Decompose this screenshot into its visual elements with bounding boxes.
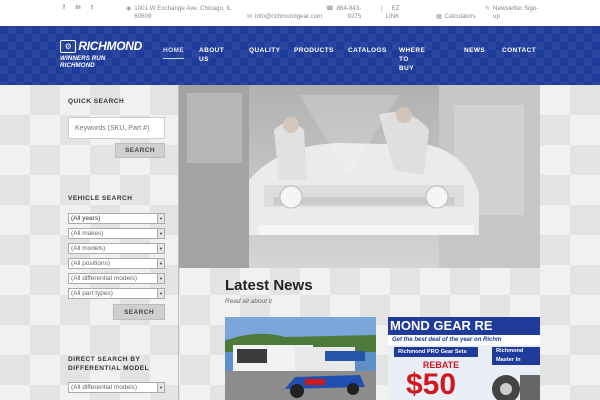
phone-line2[interactable]: 9275 xyxy=(348,13,362,20)
rebate-amount: $50 xyxy=(406,368,457,400)
logo-gear-icon: ⚙ xyxy=(60,39,77,53)
address-line2: 60609 xyxy=(134,13,152,20)
news-card-rebate[interactable]: MOND GEAR RE Get the best deal of the ye… xyxy=(388,317,540,400)
rebate-banner: MOND GEAR RE xyxy=(388,317,540,335)
chevron-down-icon[interactable]: ▼ xyxy=(157,244,164,253)
twitter-icon[interactable]: t xyxy=(89,5,95,11)
chevron-down-icon[interactable]: ▼ xyxy=(157,383,164,392)
gear-parts-icon xyxy=(492,375,540,400)
ez-link-line1[interactable]: EZ xyxy=(392,5,400,12)
nav-contact[interactable]: CONTACT xyxy=(502,46,536,55)
facebook-icon[interactable]: f xyxy=(61,5,67,11)
calculators-text[interactable]: Calculators xyxy=(445,13,476,21)
nav-home[interactable]: HOME xyxy=(163,46,185,59)
quick-search-input[interactable] xyxy=(68,117,165,139)
location-pin-icon: ◉ xyxy=(126,6,132,12)
rebate-tagline: Get the best deal of the year on Richm xyxy=(388,335,540,345)
sidebar: QUICK SEARCH SEARCH VEHICLE SEARCH (All … xyxy=(55,85,179,400)
select-year[interactable]: (All years) ▼ xyxy=(68,213,165,224)
news-card-dragster[interactable] xyxy=(225,317,376,400)
nav-products[interactable]: PRODUCTS xyxy=(294,46,334,55)
ez-link[interactable]: | EZ LINK xyxy=(381,5,411,21)
hero-garage-photo xyxy=(179,85,540,268)
logo[interactable]: ⚙ RICHMOND WINNERS RUN RICHMOND xyxy=(60,39,142,69)
rebate-master: Richmond Master In xyxy=(492,347,540,365)
vehicle-search-button[interactable]: SEARCH xyxy=(113,304,165,320)
select-position[interactable]: (All positions) ▼ xyxy=(68,258,165,269)
select-differential-model[interactable]: (All differential models) ▼ xyxy=(68,273,165,284)
chevron-down-icon[interactable]: ▼ xyxy=(157,274,164,283)
quick-search-button[interactable]: SEARCH xyxy=(115,143,165,158)
chevron-down-icon[interactable]: ▼ xyxy=(157,289,164,298)
latest-news-title: Latest News xyxy=(225,277,313,294)
envelope-icon: ✉ xyxy=(247,14,253,20)
site-header: ⚙ RICHMOND WINNERS RUN RICHMOND HOME ABO… xyxy=(0,26,600,85)
select-make[interactable]: (All makes) ▼ xyxy=(68,228,165,239)
quick-search-title: QUICK SEARCH xyxy=(68,98,125,105)
pencil-icon: ✎ xyxy=(485,6,491,12)
calculator-icon: ▦ xyxy=(436,14,442,20)
phone-line1[interactable]: 864-843- xyxy=(336,5,361,12)
logo-name: RICHMOND xyxy=(78,39,142,53)
social-links: f in t xyxy=(61,5,95,11)
chevron-down-icon[interactable]: ▼ xyxy=(157,259,164,268)
nav-about-us[interactable]: ABOUT US xyxy=(199,46,224,64)
calculators-link[interactable]: ▦ Calculators xyxy=(436,13,476,21)
nav-quality[interactable]: QUALITY xyxy=(249,46,280,55)
chevron-down-icon[interactable]: ▼ xyxy=(157,229,164,238)
email-link[interactable]: ✉ info@richmondgear.com xyxy=(247,13,322,21)
newsletter-line2[interactable]: up xyxy=(493,13,500,20)
address: ◉ 1001 W Exchange Ave. Chicago, IL 60609 xyxy=(126,5,236,21)
email-text[interactable]: info@richmondgear.com xyxy=(255,13,322,21)
address-line1: 1001 W Exchange Ave. Chicago, IL xyxy=(134,5,232,12)
phone-link[interactable]: ☎ 864-843- 9275 xyxy=(326,5,366,21)
vehicle-search-title: VEHICLE SEARCH xyxy=(68,195,133,202)
nav-where-to-buy[interactable]: WHERE TO BUY xyxy=(399,46,425,73)
latest-news-subtitle: Read all about it xyxy=(225,298,272,305)
newsletter-line1[interactable]: Newsletter Sign- xyxy=(493,5,538,12)
top-bar: f in t ◉ 1001 W Exchange Ave. Chicago, I… xyxy=(0,0,600,26)
nav-catalogs[interactable]: CATALOGS xyxy=(348,46,387,55)
linkedin-icon[interactable]: in xyxy=(75,5,81,11)
nav-news[interactable]: NEWS xyxy=(464,46,485,55)
newsletter-link[interactable]: ✎ Newsletter Sign- up xyxy=(485,5,575,21)
ez-link-line2[interactable]: LINK xyxy=(386,13,400,20)
select-model[interactable]: (All models) ▼ xyxy=(68,243,165,254)
separator-icon: | xyxy=(381,6,383,12)
direct-search-title: DIRECT SEARCH BY DIFFERENTIAL MODEL xyxy=(68,356,150,372)
logo-tagline: WINNERS RUN RICHMOND xyxy=(60,55,106,69)
chevron-down-icon[interactable]: ▼ xyxy=(157,214,164,223)
phone-icon: ☎ xyxy=(326,6,334,12)
rebate-gear-sets: Richmond PRO Gear Sets xyxy=(394,347,478,357)
hero-image xyxy=(179,85,540,268)
select-direct-differential[interactable]: (All differential models) ▼ xyxy=(68,382,165,393)
select-part-type[interactable]: (All part types) ▼ xyxy=(68,288,165,299)
dragster-photo[interactable] xyxy=(225,317,376,400)
